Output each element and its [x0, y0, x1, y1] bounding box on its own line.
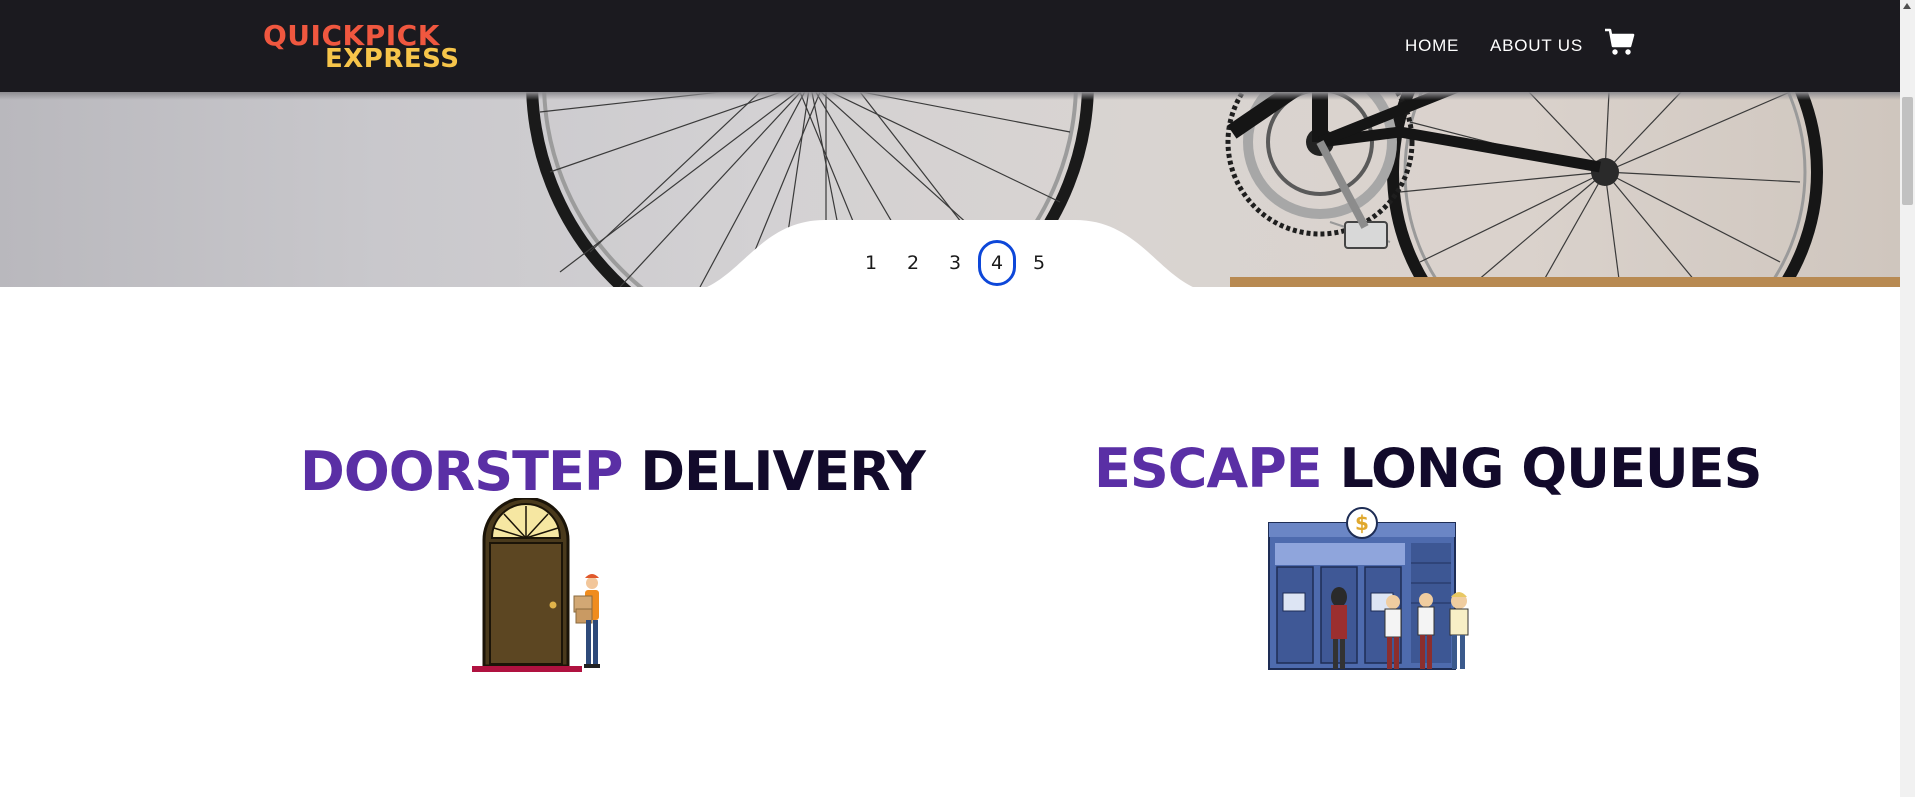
feature-title-escape-long-queues: ESCAPE LONG QUEUES: [1094, 437, 1762, 500]
nav-home-link[interactable]: HOME: [1405, 36, 1459, 56]
feature-title-rest: LONG QUEUES: [1339, 437, 1762, 500]
page-scrollbar[interactable]: [1900, 0, 1915, 797]
hero-top-shadow: [0, 92, 1900, 100]
nav-about-us-link[interactable]: ABOUT US: [1490, 36, 1583, 56]
scrollbar-thumb[interactable]: [1902, 97, 1913, 205]
feature-title-rest: DELIVERY: [640, 440, 926, 503]
page-button-2[interactable]: 2: [892, 240, 934, 286]
door-delivery-icon: [472, 498, 600, 672]
atm-queue-icon: $: [1268, 507, 1469, 670]
svg-text:$: $: [1355, 511, 1369, 535]
feature-title-doorstep-delivery: DOORSTEP DELIVERY: [300, 440, 926, 503]
page-button-4-active[interactable]: 4: [978, 240, 1016, 286]
page-button-3[interactable]: 3: [934, 240, 976, 286]
quickpick-express-logo[interactable]: QUICKPICK EXPRESS: [263, 22, 459, 73]
logo-line-2: EXPRESS: [325, 44, 460, 74]
cart-icon[interactable]: [1604, 27, 1636, 59]
feature-title-accent: ESCAPE: [1094, 437, 1323, 500]
floor-strip: [1230, 277, 1900, 287]
scroll-up-arrow-icon[interactable]: [1903, 3, 1911, 9]
pagination: 1 2 3 4 5: [850, 240, 1060, 286]
page-button-5[interactable]: 5: [1018, 240, 1060, 286]
feature-title-accent: DOORSTEP: [300, 440, 623, 503]
navbar: QUICKPICK EXPRESS HOME ABOUT US: [0, 0, 1900, 92]
page-button-1[interactable]: 1: [850, 240, 892, 286]
